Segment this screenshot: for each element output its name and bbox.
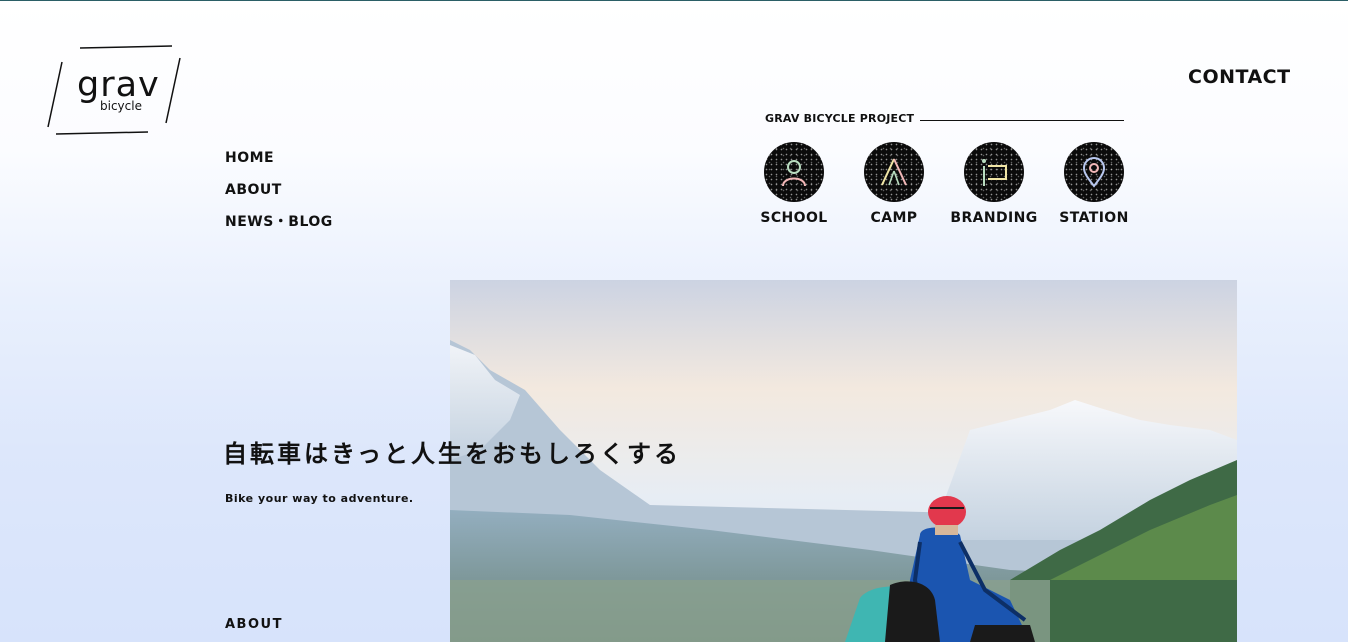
flag-icon [964, 142, 1024, 202]
project-branding-label: BRANDING [950, 210, 1038, 226]
project-camp-label: CAMP [870, 210, 918, 226]
project-station-label: STATION [1059, 210, 1129, 226]
main-nav: HOME ABOUT NEWS・BLOG [225, 148, 333, 244]
project-section-title: GRAV BICYCLE PROJECT [765, 112, 915, 125]
logo-wordmark[interactable]: grav [77, 68, 160, 103]
tent-icon [864, 142, 924, 202]
hero-heading: 自転車はきっと人生をおもしろくする [223, 440, 682, 468]
project-station[interactable]: STATION [1044, 142, 1144, 226]
project-school-label: SCHOOL [760, 210, 828, 226]
nav-item-news-blog[interactable]: NEWS・BLOG [225, 212, 333, 244]
hero-subheading: Bike your way to adventure. [225, 492, 414, 505]
project-school[interactable]: SCHOOL [744, 142, 844, 226]
about-section-link[interactable]: ABOUT [225, 617, 283, 632]
top-border-line [0, 0, 1348, 1]
contact-link[interactable]: CONTACT [1188, 66, 1291, 88]
project-camp[interactable]: CAMP [844, 142, 944, 226]
project-title-rule [920, 120, 1124, 121]
nav-item-about[interactable]: ABOUT [225, 180, 333, 212]
location-pin-icon [1064, 142, 1124, 202]
logo-subtext: bicycle [100, 99, 142, 113]
nav-item-home[interactable]: HOME [225, 148, 333, 180]
project-branding[interactable]: BRANDING [944, 142, 1044, 226]
person-icon [764, 142, 824, 202]
